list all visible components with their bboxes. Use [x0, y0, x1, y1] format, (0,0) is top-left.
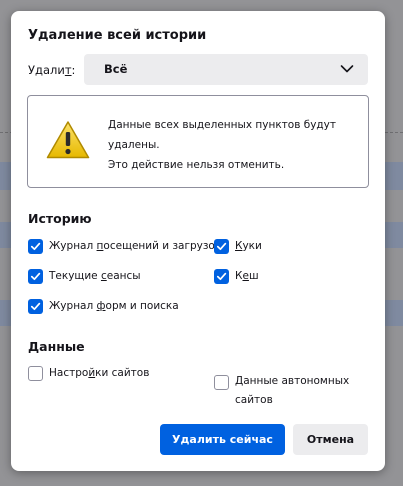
checkmark-icon	[216, 272, 227, 281]
chevron-down-icon	[340, 65, 354, 73]
time-range-select[interactable]: Всё	[84, 54, 368, 85]
history-section-heading: Историю	[28, 211, 92, 226]
warning-triangle-icon	[46, 121, 90, 159]
checkbox[interactable]	[28, 239, 43, 254]
checkbox[interactable]	[28, 299, 43, 314]
data-section-heading: Данные	[28, 339, 85, 354]
checkbox-form-search-history[interactable]: Журнал форм и поиска	[28, 299, 179, 314]
checkmark-icon	[30, 302, 41, 311]
checkbox-site-settings[interactable]: Настройки сайтов	[28, 366, 149, 381]
checkbox[interactable]	[28, 366, 43, 381]
checkbox-label: Журнал форм и поиска	[49, 300, 179, 312]
checkbox-label: Данные автономных сайтов	[235, 375, 350, 406]
warning-line-1: Данные всех выделенных пунктов будут уда…	[108, 119, 337, 151]
time-range-value: Всё	[104, 62, 128, 76]
checkmark-icon	[216, 242, 227, 251]
checkbox-label: Кеш	[235, 270, 259, 282]
cancel-button[interactable]: Отмена	[293, 424, 368, 455]
checkbox-label: Текущие сеансы	[49, 270, 141, 282]
checkbox[interactable]	[214, 239, 229, 254]
dialog-title: Удаление всей истории	[28, 28, 207, 43]
checkmark-icon	[30, 272, 41, 281]
checkmark-icon	[30, 242, 41, 251]
clear-history-dialog: Удаление всей истории Удалит: Всё Данные…	[11, 11, 385, 471]
checkbox-cookies[interactable]: Куки	[214, 239, 262, 254]
checkbox-browsing-history[interactable]: Журнал посещений и загрузок	[28, 239, 221, 254]
checkbox[interactable]	[214, 375, 229, 390]
warning-line-2: Это действие нельзя отменить.	[108, 159, 285, 171]
checkbox-label: Журнал посещений и загрузок	[49, 240, 222, 252]
checkbox-active-sessions[interactable]: Текущие сеансы	[28, 269, 141, 284]
warning-box: Данные всех выделенных пунктов будут уда…	[27, 95, 369, 188]
warning-message: Данные всех выделенных пунктов будут уда…	[108, 115, 358, 175]
checkbox-offline-website-data[interactable]: Данные автономных сайтов	[214, 375, 353, 410]
checkbox[interactable]	[214, 269, 229, 284]
clear-now-button[interactable]: Удалить сейчас	[160, 424, 285, 455]
checkbox-label: Настройки сайтов	[49, 367, 150, 379]
checkbox-label: Куки	[235, 240, 262, 252]
checkbox-cache[interactable]: Кеш	[214, 269, 259, 284]
checkbox[interactable]	[28, 269, 43, 284]
time-range-label: Удалит:	[28, 63, 76, 77]
